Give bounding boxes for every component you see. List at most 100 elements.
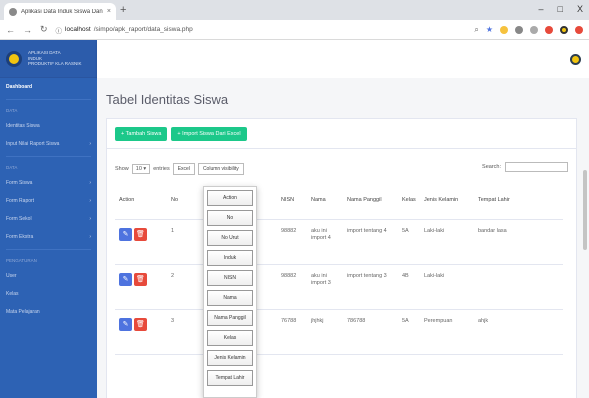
tab-close-icon[interactable]: × (107, 8, 111, 15)
divider (6, 249, 91, 250)
colvis-item-kelas[interactable]: Kelas (207, 330, 253, 346)
zoom-icon[interactable]: ⌕ (474, 25, 478, 35)
bookmark-star-icon[interactable]: ★ (486, 25, 493, 34)
col-header-no[interactable]: No (167, 181, 189, 220)
cell-no: 1 (167, 219, 189, 265)
cell-nama: jhjhkj (307, 309, 343, 355)
col-header-nama-panggil[interactable]: Nama Panggil (343, 181, 398, 220)
colvis-item-jenis-kelamin[interactable]: Jenis Kelamin (207, 350, 253, 366)
colvis-item-no-urut[interactable]: No Urut (207, 230, 253, 246)
minimize-button[interactable]: – (539, 4, 544, 14)
sidebar-item-form-siswa[interactable]: Form Siswa › (0, 174, 97, 192)
sidebar-item-form-ekstra[interactable]: Form Ekstra › (0, 228, 97, 246)
sidebar-item-form-raport[interactable]: Form Raport › (0, 192, 97, 210)
action-cell: ✎ 🗑 (115, 264, 167, 310)
chevron-right-icon: › (89, 180, 91, 186)
reload-icon[interactable]: ↻ (40, 24, 48, 35)
cell-no: 2 (167, 264, 189, 310)
sidebar-brand[interactable]: Aplikasi data induk Produktif Kla Rasnik (0, 40, 97, 78)
url-host: localhost (65, 26, 91, 33)
cell-jenis-kelamin: Laki-laki (420, 264, 474, 310)
scrollbar[interactable] (583, 170, 587, 250)
sidebar-item-mata-pelajaran[interactable]: Mata Pelajaran (0, 303, 97, 321)
colvis-item-no[interactable]: No (207, 210, 253, 226)
search-input[interactable] (505, 162, 568, 172)
extension-icon[interactable] (545, 25, 553, 34)
col-header-jenis-kelamin[interactable]: Jenis Kelamin (420, 181, 474, 220)
table-row: ✎ 🗑 2 98882 aku ini import 3 import tenta… (115, 264, 563, 310)
cell-kelas: 4B (398, 264, 420, 310)
sidebar-heading: Data (6, 164, 18, 170)
column-visibility-menu: Action No No Urut Induk NISN Nama Nama P… (203, 186, 257, 398)
sidebar-item-form-sekol[interactable]: Form Sekol › (0, 210, 97, 228)
extension-icon[interactable] (500, 25, 508, 34)
browser-tab[interactable]: Aplikasi Data Induk Siswa Dan R × (4, 3, 116, 20)
extension-icon[interactable] (515, 25, 523, 34)
colvis-item-nama[interactable]: Nama (207, 290, 253, 306)
colvis-item-induk[interactable]: Induk (207, 250, 253, 266)
edit-icon[interactable]: ✎ (119, 227, 132, 241)
topbar (97, 40, 589, 78)
sidebar-heading: Pengaturan (6, 257, 37, 263)
col-header-nisn[interactable]: NISN (277, 181, 307, 220)
col-header-nama[interactable]: Nama (307, 181, 343, 220)
brand-text: Aplikasi data induk Produktif Kla Rasnik (28, 50, 82, 67)
sidebar-item-label: Mata Pelajaran (6, 309, 40, 315)
extension-icon[interactable] (530, 25, 538, 34)
cell-tempat-lahir (474, 264, 563, 310)
browser-tab-bar: Aplikasi Data Induk Siswa Dan R × + – □ … (0, 0, 589, 20)
student-table: Action No NISN Nama Nama Panggil Kelas J… (115, 181, 563, 355)
sidebar-item-label: Form Sekol (6, 216, 32, 222)
chevron-right-icon: › (89, 141, 91, 147)
sidebar-item-dashboard[interactable]: Dashboard (0, 78, 97, 96)
sidebar-item-label: Kelas (6, 291, 19, 297)
action-cell: ✎ 🗑 (115, 309, 167, 355)
delete-icon[interactable]: 🗑 (134, 317, 147, 331)
profile-icon[interactable] (560, 25, 568, 34)
sidebar: Aplikasi data induk Produktif Kla Rasnik… (0, 40, 97, 398)
colvis-item-nisn[interactable]: NISN (207, 270, 253, 286)
col-header-action[interactable]: Action (115, 181, 167, 220)
edit-icon[interactable]: ✎ (119, 272, 132, 286)
back-icon[interactable]: ← (6, 25, 15, 35)
edit-icon[interactable]: ✎ (119, 317, 132, 331)
entries-select[interactable]: 10 ▾ (131, 164, 151, 174)
extension-icon[interactable] (575, 25, 583, 34)
colvis-item-nama-panggil[interactable]: Nama Panggil (207, 310, 253, 326)
cell-tempat-lahir: bandar lasa (474, 219, 563, 265)
col-header-kelas[interactable]: Kelas (398, 181, 420, 220)
maximize-button[interactable]: □ (558, 4, 563, 14)
page-title: Tabel Identitas Siswa (106, 92, 229, 107)
cell-nama: aku ini import 3 (307, 264, 343, 310)
delete-icon[interactable]: 🗑 (134, 227, 147, 241)
forward-icon[interactable]: → (23, 25, 32, 35)
sidebar-item-input-nilai[interactable]: Input Nilai Raport Siswa › (0, 135, 97, 153)
close-window-button[interactable]: X (577, 4, 583, 14)
cell-nama-panggil: import tentang 4 (343, 219, 398, 265)
search-area: Search: (482, 162, 568, 172)
action-cell: ✎ 🗑 (115, 219, 167, 265)
sidebar-item-kelas[interactable]: Kelas (0, 285, 97, 303)
sidebar-item-label: Form Raport (6, 198, 35, 204)
excel-export-button[interactable]: Excel (172, 163, 195, 175)
new-tab-button[interactable]: + (120, 4, 126, 16)
import-excel-button[interactable]: + Import Siswa Dari Excel (171, 126, 247, 141)
sidebar-item-user[interactable]: User (0, 267, 97, 285)
add-student-button[interactable]: + Tambah Siswa (115, 126, 168, 141)
colvis-item-action[interactable]: Action (207, 190, 253, 206)
url-field[interactable]: ⓘ localhost /simpo/apk_raport/data_siswa… (56, 25, 467, 35)
colvis-item-tempat-lahir[interactable]: Tempat Lahir (207, 370, 253, 386)
sidebar-item-identitas-siswa[interactable]: Identitas Siswa (0, 117, 97, 135)
card-header: + Tambah Siswa + Import Siswa Dari Excel (107, 119, 576, 149)
url-path: /simpo/apk_raport/data_siswa.php (93, 26, 193, 33)
cell-nama-panggil: import tentang 3 (343, 264, 398, 310)
column-visibility-button[interactable]: Column visibility (197, 163, 244, 175)
info-icon: ⓘ (55, 27, 63, 35)
table-card: + Tambah Siswa + Import Siswa Dari Excel… (106, 118, 577, 398)
divider (6, 156, 91, 157)
delete-icon[interactable]: 🗑 (134, 272, 147, 286)
search-label: Search: (482, 164, 501, 170)
col-header-tempat-lahir[interactable]: Tempat Lahir (474, 181, 563, 220)
avatar[interactable] (570, 54, 581, 65)
table-row: ✎ 🗑 1 98882 aku ini import 4 import tenta… (115, 219, 563, 265)
